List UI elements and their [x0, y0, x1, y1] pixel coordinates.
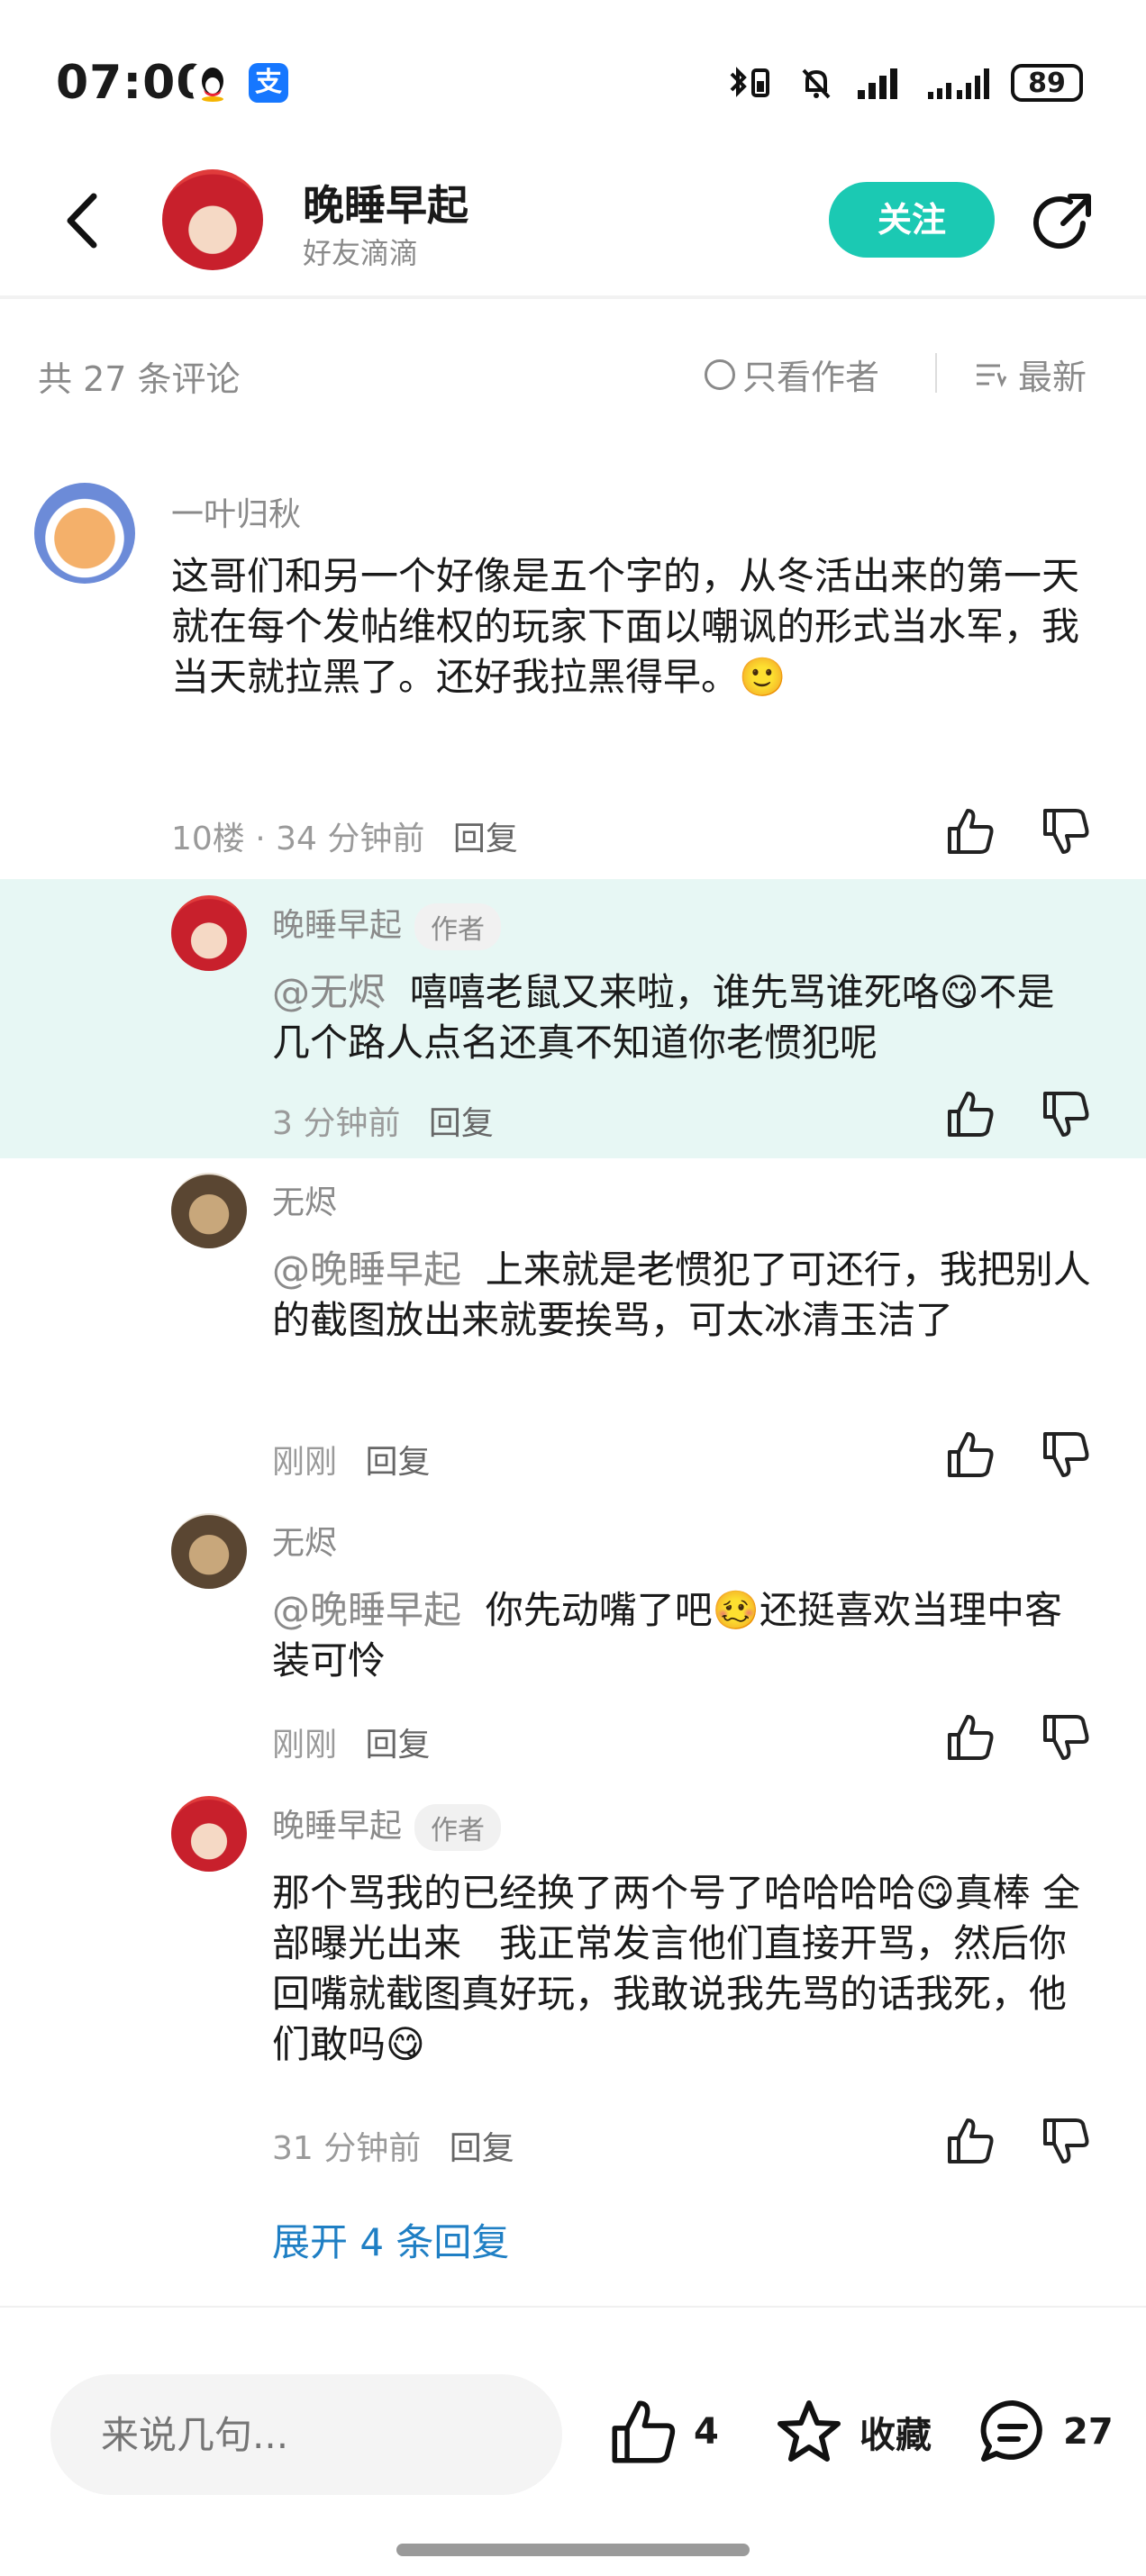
like-button[interactable]: 4 [607, 2396, 719, 2468]
comments-button[interactable]: 27 [977, 2396, 1114, 2468]
expand-replies-link[interactable]: 展开 4 条回复 [272, 2212, 509, 2267]
reply-author: 晚睡早起 作者 [272, 1800, 502, 1851]
share-icon[interactable] [1029, 189, 1097, 258]
reply-author-name[interactable]: 无烬 [272, 1176, 337, 1223]
thumbs-down-icon[interactable] [1040, 2115, 1092, 2167]
reply-time: 刚刚 [272, 1444, 338, 1481]
reply-author-name[interactable]: 无烬 [272, 1517, 337, 1564]
bluetooth-battery-icon [726, 63, 777, 103]
qq-icon [193, 63, 232, 103]
comment-count-label: 27 [1063, 2411, 1114, 2453]
divider [935, 353, 937, 393]
alipay-icon: 支 [249, 63, 288, 103]
thumbs-down-icon[interactable] [1040, 805, 1092, 857]
author-name[interactable]: 晚睡早起 [303, 173, 468, 232]
mention-link[interactable]: @无烬 [272, 970, 386, 1014]
reply-body: 那个骂我的已经换了两个号了哈哈哈哈😋真棒 全部曝光出来 我正常发言他们直接开骂，… [272, 1871, 1081, 2066]
mention-link[interactable]: @晚睡早起 [272, 1588, 461, 1632]
header-divider [0, 295, 1146, 299]
status-time: 07:00 [56, 56, 210, 110]
signal-icon [856, 65, 906, 101]
thumbs-down-icon[interactable] [1040, 1711, 1092, 1764]
sort-label: 最新 [1018, 358, 1087, 397]
battery-indicator: 89 [1011, 64, 1083, 102]
divider [0, 2306, 1146, 2308]
reply-text: @无烬 嘻嘻老鼠又来啦，谁先骂谁死咯😋不是几个路人点名还真不知道你老惯犯呢 [272, 967, 1092, 1068]
reply-meta: 31 分钟前 回复 [272, 2122, 514, 2169]
thumbs-up-icon[interactable] [944, 805, 996, 857]
follow-button[interactable]: 关注 [829, 182, 995, 258]
signal-icon-2 [926, 65, 991, 101]
author-avatar[interactable] [162, 169, 263, 270]
like-count: 4 [694, 2411, 719, 2453]
thumbs-up-icon[interactable] [944, 1088, 996, 1140]
system-icons: 89 [726, 63, 1083, 103]
thumbs-up-icon [607, 2396, 679, 2468]
thumbs-up-icon[interactable] [944, 1429, 996, 1481]
mention-link[interactable]: @晚睡早起 [272, 1247, 461, 1292]
reply-meta: 刚刚 回复 [272, 1436, 430, 1483]
sort-icon [973, 357, 1009, 393]
avatar[interactable] [171, 1513, 247, 1589]
only-author-label: 只看作者 [742, 358, 880, 397]
reply-button[interactable]: 回复 [365, 1444, 430, 1481]
reply-time: 刚刚 [272, 1727, 338, 1764]
comment-author[interactable]: 一叶归秋 [171, 488, 301, 535]
comment-count: 共 27 条评论 [38, 359, 241, 399]
author-badge: 作者 [414, 1804, 502, 1851]
reply-button[interactable]: 回复 [453, 821, 518, 857]
reply-time: 31 分钟前 [272, 2130, 422, 2167]
thumbs-up-icon[interactable] [944, 1711, 996, 1764]
sort-toggle[interactable]: 最新 [973, 349, 1087, 399]
reply-author-name[interactable]: 晚睡早起 [272, 1808, 402, 1845]
thumbs-down-icon[interactable] [1040, 1088, 1092, 1140]
radio-circle-icon [705, 358, 735, 390]
reply-body: 嘻嘻老鼠又来啦，谁先骂谁死咯😋不是几个路人点名还真不知道你老惯犯呢 [272, 970, 1055, 1065]
reply-meta: 刚刚 回复 [272, 1719, 430, 1765]
star-icon [773, 2396, 845, 2468]
avatar[interactable] [171, 895, 247, 971]
thumbs-up-icon[interactable] [944, 2115, 996, 2167]
home-indicator[interactable] [396, 2544, 750, 2556]
comment-meta: 10楼 · 34 分钟前 回复 [171, 812, 518, 859]
comment-bubble-icon [977, 2396, 1049, 2468]
collect-button[interactable]: 收藏 [773, 2396, 932, 2468]
comment-floor-time: 10楼 · 34 分钟前 [171, 821, 425, 857]
reply-text: @晚睡早起 你先动嘴了吧🥴还挺喜欢当理中客装可怜 [272, 1585, 1092, 1686]
reply-meta: 3 分钟前 回复 [272, 1097, 494, 1144]
avatar[interactable] [171, 1796, 247, 1872]
reply-button[interactable]: 回复 [365, 1727, 430, 1764]
comment-input[interactable] [50, 2374, 562, 2495]
reply-time: 3 分钟前 [272, 1105, 401, 1142]
avatar[interactable] [171, 1173, 247, 1248]
reply-author: 晚睡早起 作者 [272, 899, 502, 950]
comment-text: 这哥们和另一个好像是五个字的，从冬活出来的第一天就在每个发帖维权的玩家下面以嘲讽… [171, 554, 1080, 699]
avatar[interactable] [34, 483, 135, 584]
collect-label: 收藏 [860, 2415, 932, 2456]
author-badge: 作者 [414, 903, 502, 950]
mute-icon [796, 63, 836, 103]
reply-button[interactable]: 回复 [450, 2130, 514, 2167]
thumbs-down-icon[interactable] [1040, 1429, 1092, 1481]
only-author-toggle[interactable]: 只看作者 [705, 349, 879, 399]
author-subtitle: 好友滴滴 [303, 236, 419, 270]
reply-author-name[interactable]: 晚睡早起 [272, 907, 402, 944]
reply-button[interactable]: 回复 [429, 1105, 494, 1142]
reply-text: @晚睡早起 上来就是老惯犯了可还行，我把别人的截图放出来就要挨骂，可太冰清玉洁了 [272, 1245, 1092, 1346]
back-button[interactable] [59, 189, 105, 252]
